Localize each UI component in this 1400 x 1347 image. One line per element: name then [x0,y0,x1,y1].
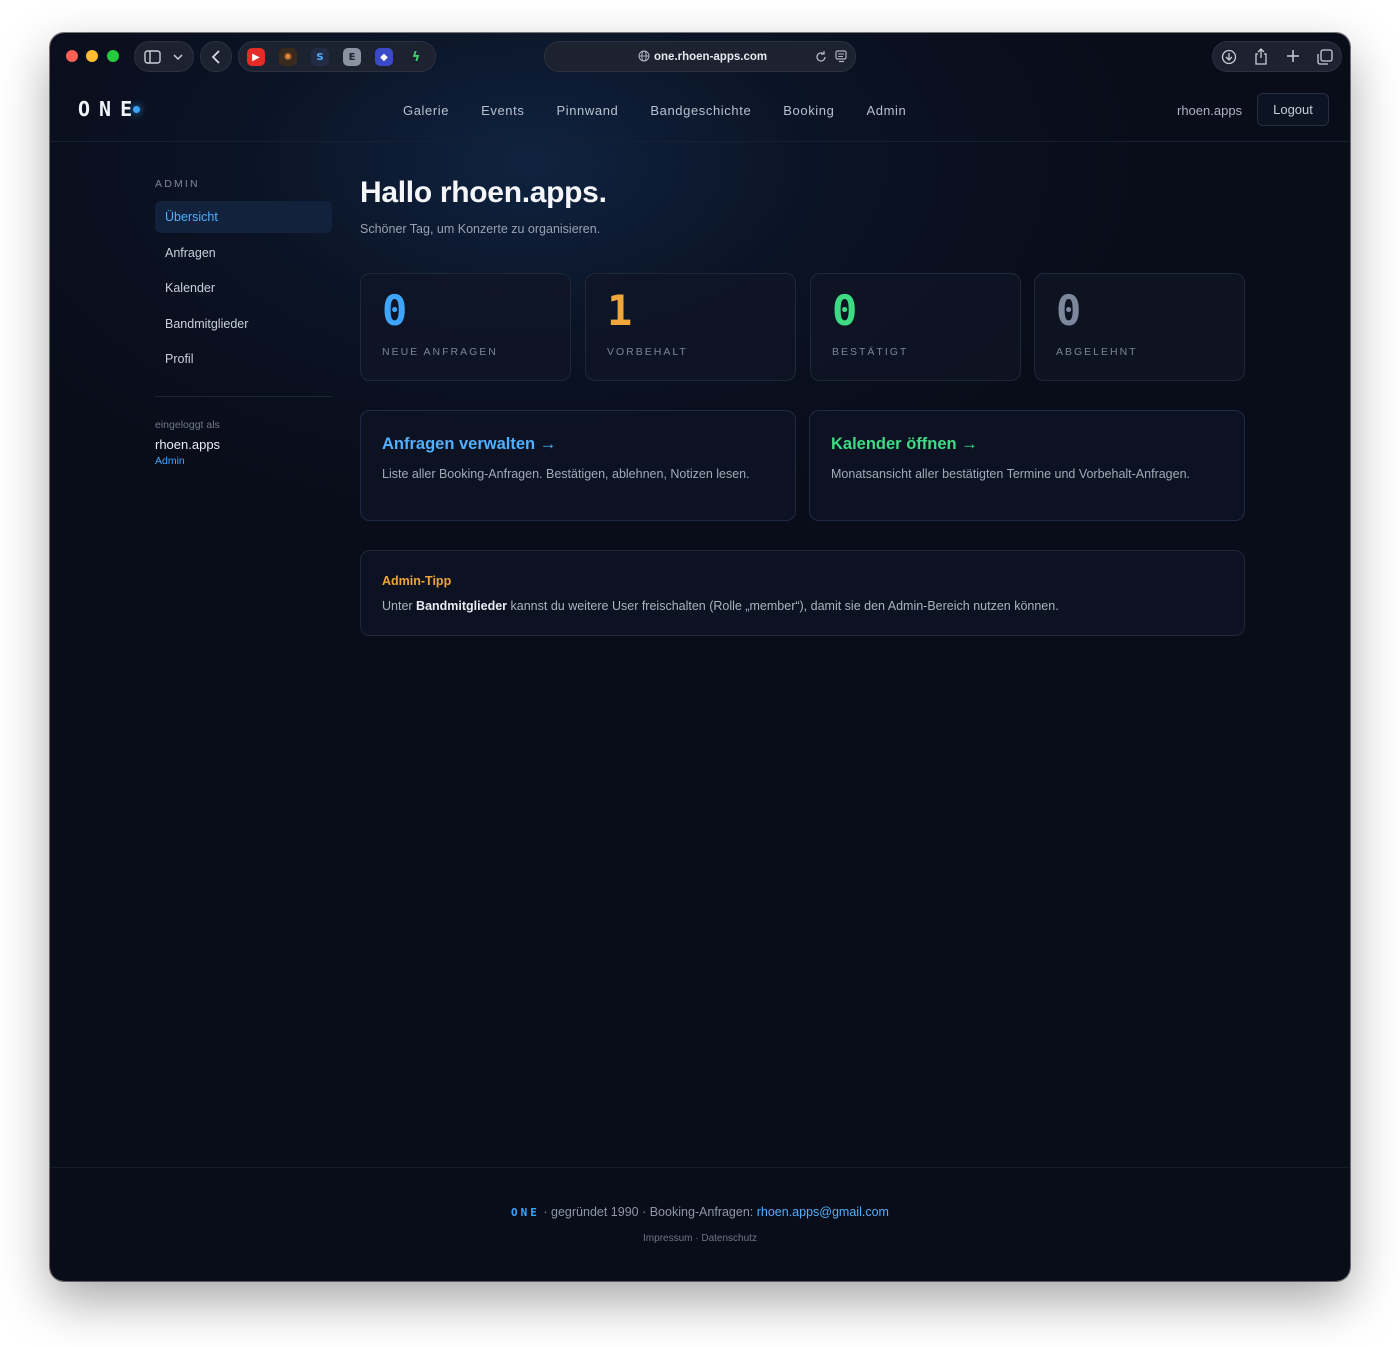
nav-link-booking[interactable]: Booking [783,103,834,118]
spark-icon[interactable]: ✺ [279,48,297,66]
back-button[interactable] [200,41,232,72]
footer-logo: ONE [511,1206,540,1219]
action-card-title[interactable]: Anfragen verwalten → [382,435,556,454]
logged-in-label: eingeloggt als [155,419,220,431]
sidebar-item-label: Kalender [165,281,216,295]
nav-username[interactable]: rhoen.apps [1177,103,1242,118]
site-logo[interactable]: ONE [78,97,141,121]
stat-card-bestaetigt[interactable]: 0 BESTÄTIGT [810,273,1021,381]
stat-label: BESTÄTIGT [832,346,909,358]
nav-link-galerie[interactable]: Galerie [403,103,449,118]
close-window-button[interactable] [66,50,78,62]
page-subtitle: Schöner Tag, um Konzerte zu organisieren… [360,222,601,236]
sidebar-item-label: Profil [165,352,194,366]
share-icon[interactable] [1254,48,1268,68]
sidebar-item-bandmitglieder[interactable]: Bandmitglieder [155,308,332,340]
admin-tip-card: Admin-Tipp Unter Bandmitglieder kannst d… [360,550,1245,636]
stat-value: 1 [607,286,633,335]
e-extension-icon[interactable]: E [343,48,361,66]
logo-dot [133,106,140,113]
chevron-down-icon[interactable] [173,51,183,66]
action-card-description: Liste aller Booking-Anfragen. Bestätigen… [382,467,750,481]
main-nav: Galerie Events Pinnwand Bandgeschichte B… [403,103,938,118]
tab-overview-icon[interactable] [1317,49,1333,68]
bolt-extension-icon[interactable]: ϟ [407,48,425,66]
extensions-strip: ▶ ✺ S E ◆ ϟ [238,41,436,72]
download-icon[interactable] [1221,49,1237,68]
sidebar-icon [144,50,161,67]
sidebar-item-profil[interactable]: Profil [155,343,332,375]
browser-window: ▶ ✺ S E ◆ ϟ one.rhoen-apps.com ONE Galer… [50,33,1350,1281]
stat-label: ABGELEHNT [1056,346,1138,358]
stat-value: 0 [832,286,858,335]
nav-link-events[interactable]: Events [481,103,524,118]
chevron-left-icon [211,50,221,67]
nav-link-pinnwand[interactable]: Pinnwand [556,103,618,118]
minimize-window-button[interactable] [86,50,98,62]
footer-email-link[interactable]: rhoen.apps@gmail.com [757,1205,889,1219]
site-navbar: ONE Galerie Events Pinnwand Bandgeschich… [50,79,1350,142]
browser-toolbar: ▶ ✺ S E ◆ ϟ one.rhoen-apps.com [50,33,1350,79]
admin-tip-text: Unter Bandmitglieder kannst du weitere U… [382,599,1059,613]
sidebar-item-label: Übersicht [165,210,218,224]
youtube-icon[interactable]: ▶ [247,48,265,66]
stat-card-abgelehnt[interactable]: 0 ABGELEHNT [1034,273,1245,381]
s-extension-icon[interactable]: S [311,48,329,66]
sidebar-toggle-button[interactable] [134,41,194,72]
admin-tip-title: Admin-Tipp [382,574,452,588]
logout-button[interactable]: Logout [1257,93,1329,126]
stat-card-vorbehalt[interactable]: 1 VORBEHALT [585,273,796,381]
sidebar-item-label: Bandmitglieder [165,317,249,331]
logged-in-username: rhoen.apps [155,437,221,452]
page-title: Hallo rhoen.apps. [360,176,607,209]
datenschutz-link[interactable]: Datenschutz [701,1233,757,1244]
sidebar-item-uebersicht[interactable]: Übersicht [155,201,332,233]
new-tab-icon[interactable] [1286,49,1300,66]
admin-tip-highlight: Bandmitglieder [416,599,508,613]
browser-actions [1212,41,1342,72]
stat-value: 0 [1056,286,1082,335]
reload-icon[interactable] [815,50,827,66]
sidebar-item-kalender[interactable]: Kalender [155,272,332,304]
action-card-title[interactable]: Kalender öffnen → [831,435,978,454]
sidebar-divider [155,396,332,397]
footer-legal: Impressum · Datenschutz [643,1233,757,1244]
action-card-anfragen[interactable]: Anfragen verwalten → Liste aller Booking… [360,410,796,521]
impressum-link[interactable]: Impressum [643,1233,692,1244]
sidebar-heading: ADMIN [155,178,200,190]
globe-icon [638,50,650,65]
action-card-kalender[interactable]: Kalender öffnen → Monatsansicht aller be… [809,410,1245,521]
stat-card-neue-anfragen[interactable]: 0 NEUE ANFRAGEN [360,273,571,381]
footer-divider [50,1167,1350,1168]
zoom-window-button[interactable] [107,50,119,62]
nav-link-admin[interactable]: Admin [866,103,906,118]
address-bar[interactable]: one.rhoen-apps.com [544,41,856,72]
stat-label: VORBEHALT [607,346,688,358]
sidebar-item-anfragen[interactable]: Anfragen [155,237,332,269]
stat-value: 0 [382,286,408,335]
sidebar-item-label: Anfragen [165,246,216,260]
reader-icon[interactable] [835,50,847,66]
logged-in-role: Admin [155,455,185,467]
stat-label: NEUE ANFRAGEN [382,346,498,358]
action-card-description: Monatsansicht aller bestätigten Termine … [831,467,1191,481]
nav-link-bandgeschichte[interactable]: Bandgeschichte [650,103,751,118]
footer-info: ONE · gegründet 1990 · Booking-Anfragen:… [511,1205,889,1219]
shield-extension-icon[interactable]: ◆ [375,48,393,66]
url-text: one.rhoen-apps.com [654,51,768,63]
